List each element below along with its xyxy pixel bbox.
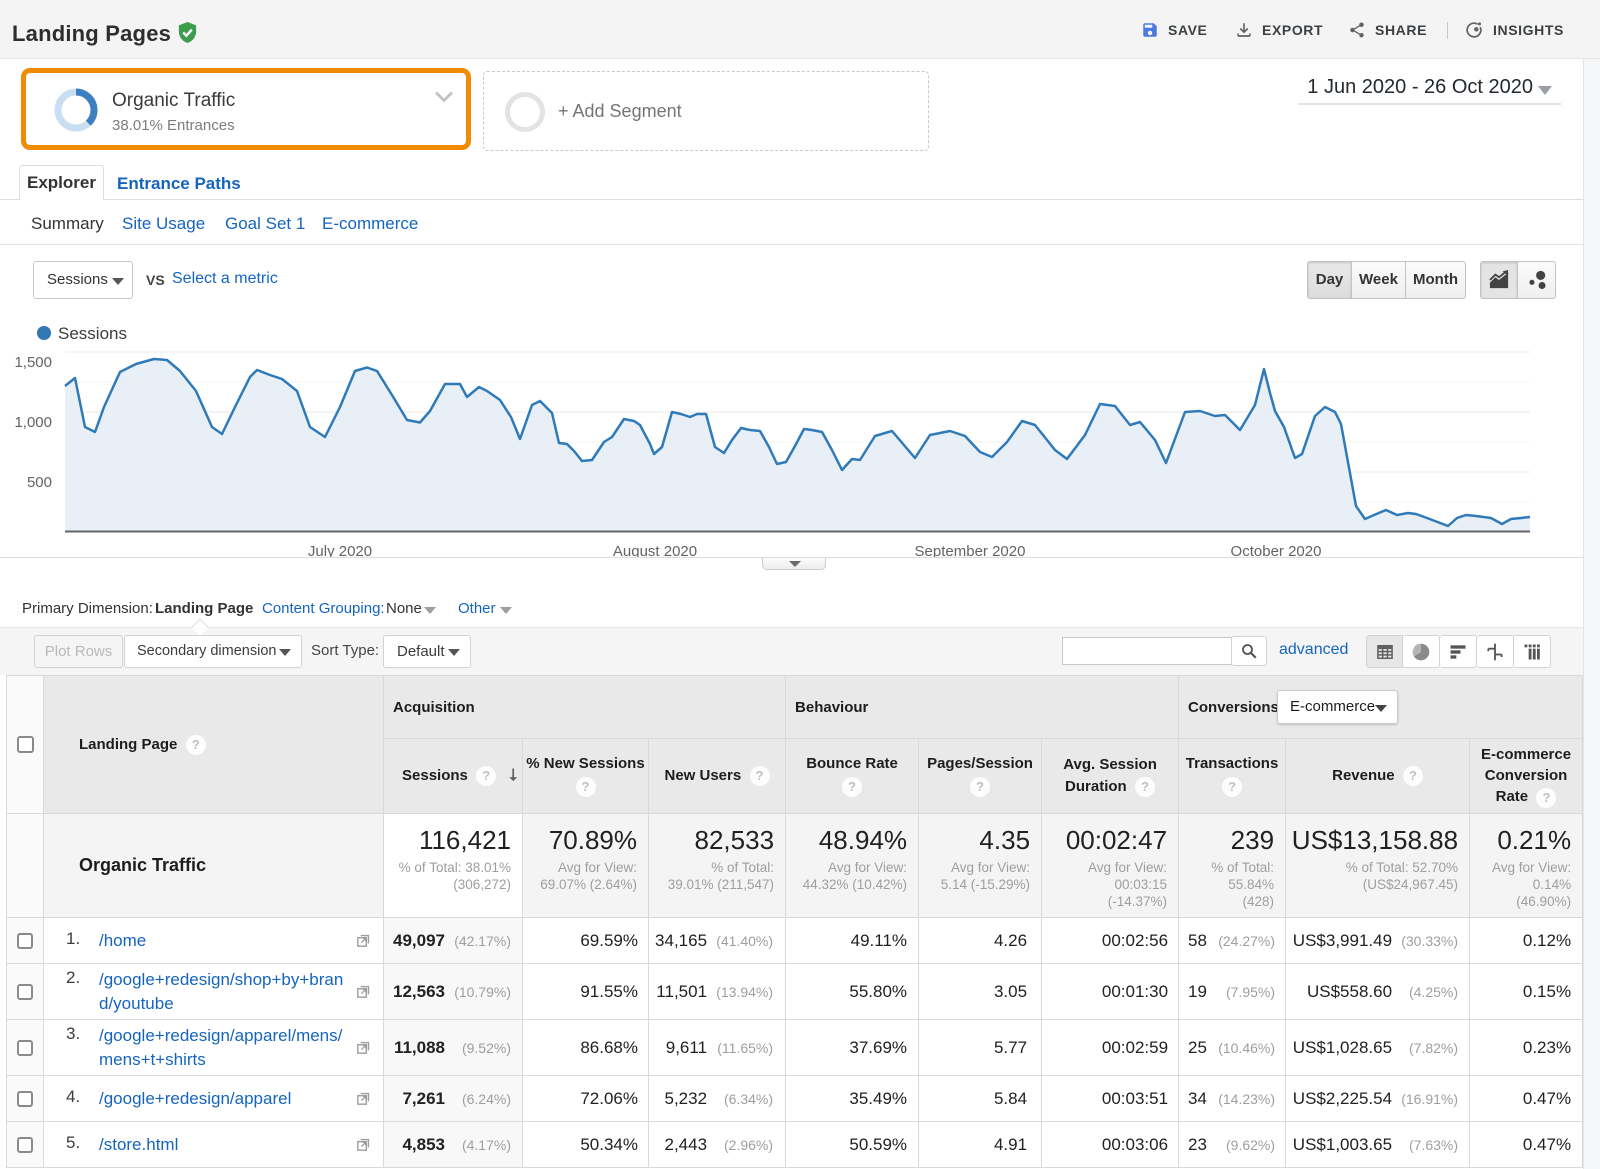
svg-text:1,000: 1,000 [14, 414, 52, 431]
svg-text:1,500: 1,500 [14, 354, 52, 371]
svg-text:October 2020: October 2020 [1231, 543, 1322, 558]
svg-text:July 2020: July 2020 [308, 543, 372, 558]
svg-text:August 2020: August 2020 [613, 543, 697, 558]
svg-text:September 2020: September 2020 [915, 543, 1026, 558]
svg-text:500: 500 [27, 474, 52, 491]
